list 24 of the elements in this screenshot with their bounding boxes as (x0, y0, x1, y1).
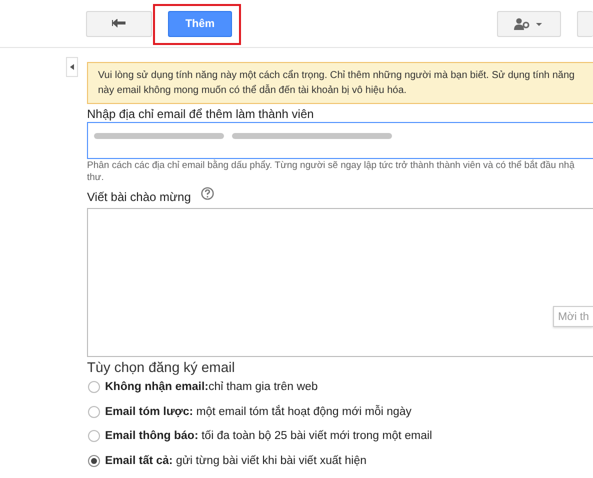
option-label: Email thông báo: tối đa toàn bộ 25 bài viết mới trong một email (105, 430, 432, 442)
back-button[interactable] (86, 10, 152, 36)
collapse-button[interactable] (66, 57, 78, 77)
add-button[interactable]: Thêm (168, 10, 232, 36)
person-gear-icon (514, 18, 544, 30)
invite-button[interactable]: Mời th (552, 306, 593, 327)
option-label: Email tất cả: gửi từng bài viết khi bài viết xuất hiện (105, 454, 367, 467)
section-title: Tùy chọn đăng ký email (87, 359, 236, 375)
radio-button[interactable] (88, 454, 100, 467)
field-label: Viết bài chào mừng (87, 190, 191, 204)
option-label: Email tóm lược: một email tóm tắt hoạt động mới mỗi ngày (105, 406, 412, 418)
radio-button[interactable] (88, 430, 100, 442)
warning-message: Vui lòng sử dụng tính năng này một cách cẩn trọng. Chỉ thêm những người mà bạn biết. Sử dụng tính năng này email không mong muốn có thể dẫn đến tài khoản bị vô hiệu hóa. (87, 62, 593, 104)
back-arrow-icon (112, 18, 126, 28)
help-icon[interactable] (200, 187, 214, 200)
welcome-message-field[interactable]: Mời th (87, 208, 593, 357)
option-label: Không nhận email:chỉ tham gia trên web (105, 381, 318, 394)
hint-text: Phân cách các địa chỉ email bằng dấu phẩy. Từng người sẽ ngay lập tức trở thành thành viên và có thể bắt đầu nhậ thư. (87, 160, 576, 184)
email-input-field[interactable] (87, 122, 593, 159)
radio-button[interactable] (88, 406, 100, 418)
field-label: Nhập địa chỉ email để thêm làm thành viên (87, 107, 315, 121)
caret-icon (70, 64, 74, 70)
radio-button[interactable] (88, 381, 100, 394)
member-settings-button[interactable] (497, 10, 561, 36)
